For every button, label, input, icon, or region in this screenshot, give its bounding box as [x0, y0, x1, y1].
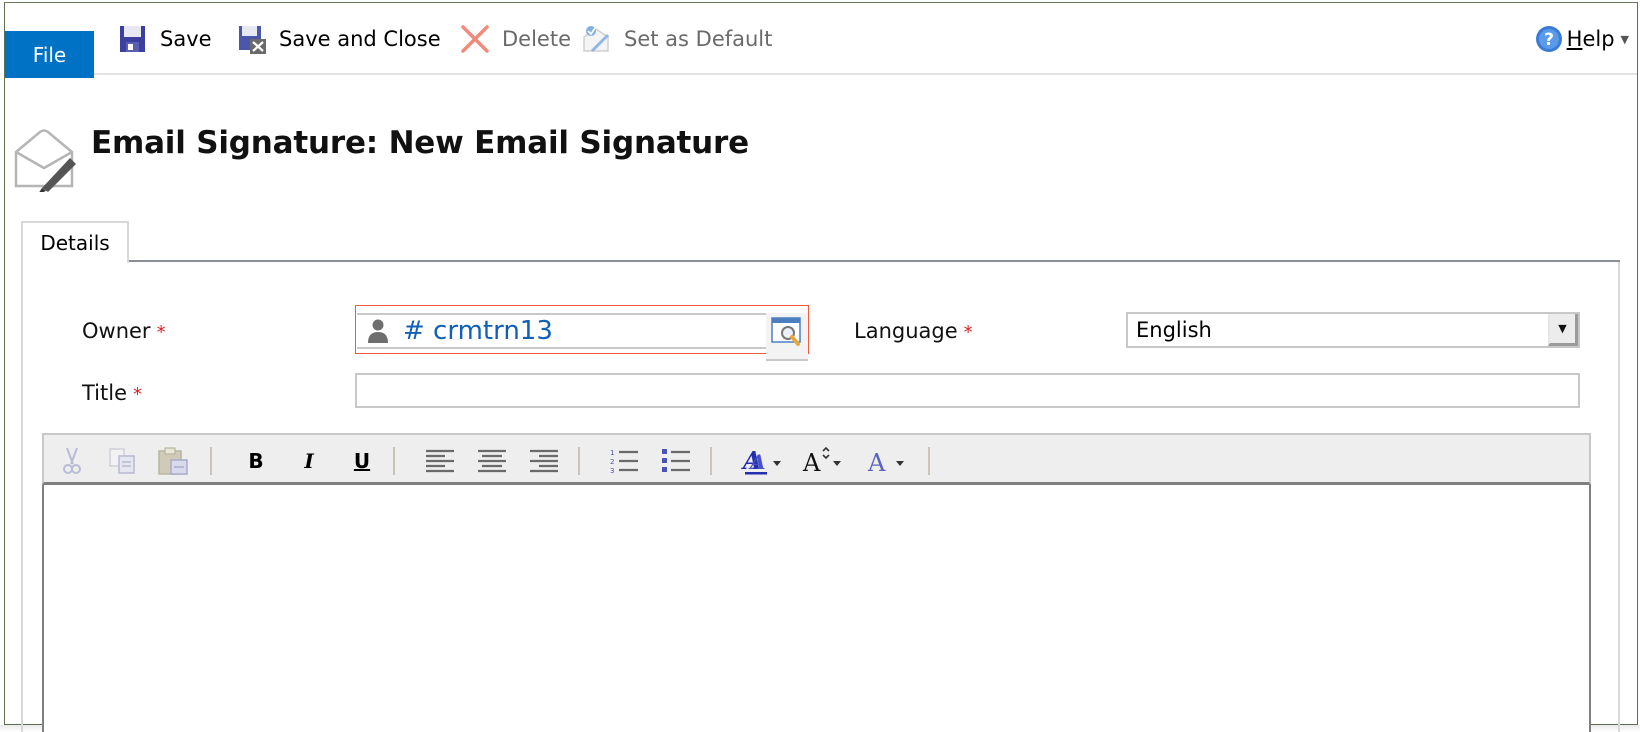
cut-button[interactable] [56, 445, 88, 477]
copy-button[interactable] [107, 445, 139, 477]
chevron-down-icon: ▼ [1620, 32, 1629, 46]
svg-text:?: ? [1544, 30, 1554, 50]
panel-border-right [1618, 262, 1620, 732]
save-and-close-icon [239, 26, 266, 54]
help-label-hotkey: H [1566, 27, 1583, 51]
bulleted-list-icon [662, 449, 690, 472]
title-input[interactable] [355, 373, 1580, 408]
toolbar-separator [710, 447, 712, 475]
save-label: Save [160, 27, 212, 51]
align-left-button[interactable] [424, 445, 456, 477]
toolbar-separator [928, 447, 930, 475]
underline-button[interactable]: U [346, 445, 378, 477]
font-dropdown-button[interactable]: A A [741, 445, 785, 477]
required-indicator: * [156, 322, 166, 343]
owner-label: Owner * [82, 318, 166, 344]
svg-text:A: A [748, 450, 766, 474]
svg-text:3: 3 [610, 467, 614, 475]
help-icon: ? [1535, 26, 1562, 52]
svg-text:2: 2 [610, 458, 614, 466]
toolbar-separator [210, 447, 212, 475]
set-default-icon [583, 26, 610, 53]
italic-button[interactable]: I [293, 445, 325, 477]
file-button[interactable]: File [5, 31, 94, 78]
numbered-list-button[interactable]: 1 2 3 [608, 445, 640, 477]
copy-icon [109, 448, 135, 474]
help-menu[interactable]: ? Help ▼ [1535, 21, 1629, 57]
delete-label: Delete [502, 27, 571, 51]
paste-button[interactable] [157, 445, 189, 477]
language-label-text: Language [854, 318, 958, 343]
svg-text:A: A [802, 449, 821, 477]
language-select[interactable]: English ▼ [1126, 312, 1580, 348]
set-as-default-button[interactable]: Set as Default [582, 21, 772, 57]
toolbar-separator [578, 447, 580, 475]
align-center-icon [478, 449, 506, 473]
align-center-button[interactable] [476, 445, 508, 477]
save-button[interactable]: Save [118, 21, 212, 57]
lookup-icon [771, 317, 801, 346]
editor-toolbar: B I U 1 2 3 A A A A [42, 433, 1591, 485]
font-size-icon: A [802, 446, 841, 477]
font-color-icon: A [867, 449, 904, 477]
owner-lookup-field[interactable]: # crmtrn13 [357, 313, 767, 349]
svg-text:A: A [867, 449, 886, 477]
toolbar-separator [393, 447, 395, 475]
paste-icon [158, 447, 188, 475]
set-as-default-label: Set as Default [624, 27, 773, 51]
align-right-button[interactable] [528, 445, 560, 477]
cut-icon [63, 447, 81, 474]
font-icon: A A [741, 446, 781, 475]
language-selected-value: English [1136, 318, 1212, 342]
font-size-dropdown-button[interactable]: A [801, 445, 845, 477]
tab-divider [128, 260, 1620, 262]
required-indicator: * [133, 384, 143, 405]
language-label: Language * [854, 318, 973, 344]
owner-value-link[interactable]: # crmtrn13 [403, 316, 553, 346]
help-label: elp [1582, 27, 1615, 51]
italic-icon: I [304, 449, 314, 473]
save-and-close-label: Save and Close [279, 27, 441, 51]
align-right-icon [530, 449, 558, 473]
underline-icon: U [353, 449, 371, 473]
save-and-close-button[interactable]: Save and Close [237, 21, 441, 57]
dropdown-arrow-icon[interactable]: ▼ [1548, 314, 1578, 346]
svg-text:1: 1 [610, 449, 614, 457]
lookup-button[interactable] [766, 313, 808, 361]
font-color-dropdown-button[interactable]: A [866, 445, 910, 477]
bold-button[interactable]: B [240, 445, 272, 477]
numbered-list-icon: 1 2 3 [610, 449, 638, 475]
page-title: Email Signature: New Email Signature [91, 125, 749, 161]
panel-border-left [21, 262, 23, 732]
tab-details[interactable]: Details [21, 221, 129, 263]
owner-label-text: Owner [82, 318, 151, 343]
bulleted-list-button[interactable] [660, 445, 692, 477]
save-icon [120, 26, 145, 52]
command-bar: File Save Save and Close Delete Set as D… [5, 3, 1637, 78]
bold-icon: B [248, 449, 264, 473]
signature-editor-body[interactable] [42, 485, 1591, 732]
user-icon [368, 319, 388, 343]
title-label: Title * [82, 380, 143, 406]
align-left-icon [426, 449, 454, 473]
delete-button[interactable]: Delete [460, 21, 571, 57]
title-label-text: Title [82, 380, 128, 405]
tab-details-label: Details [40, 231, 110, 255]
required-indicator: * [963, 322, 973, 343]
delete-icon [461, 25, 489, 53]
email-signature-icon [14, 129, 76, 192]
